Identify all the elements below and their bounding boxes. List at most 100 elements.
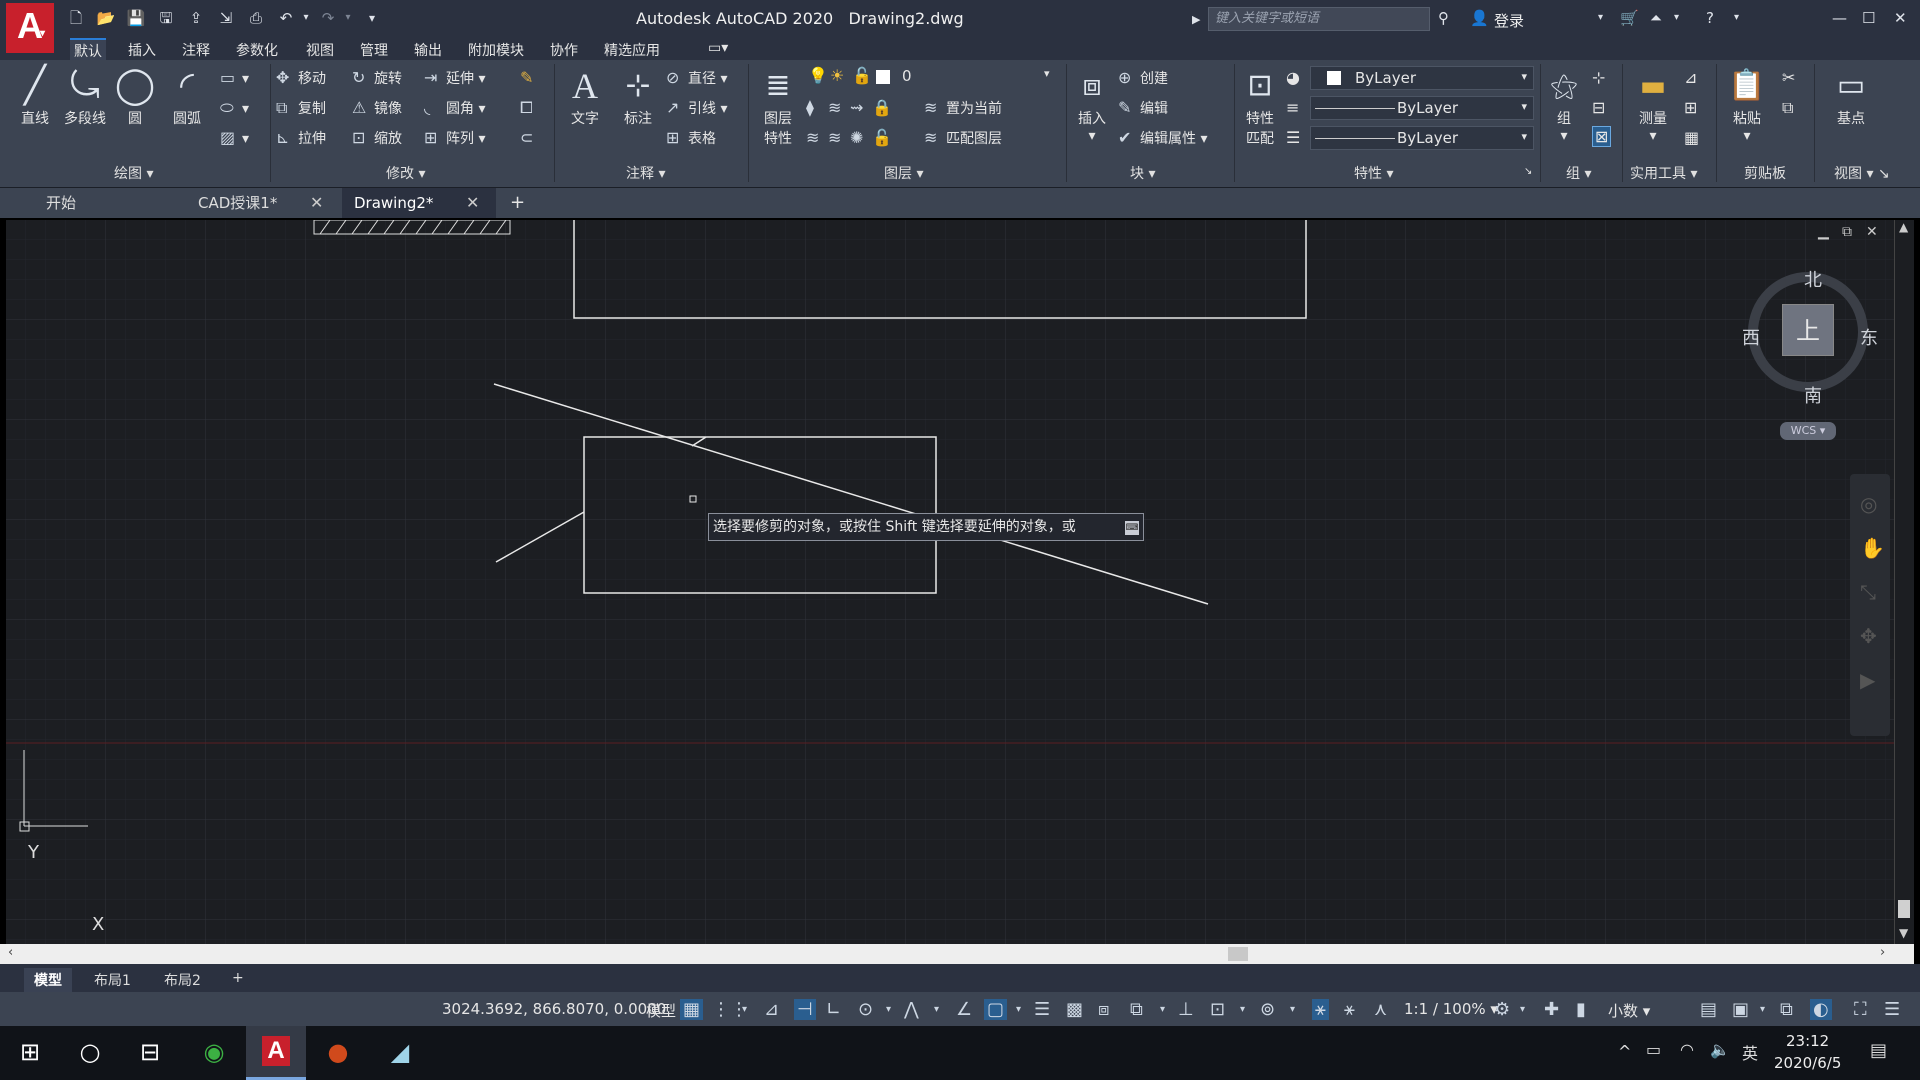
tab-collaborate[interactable]: 协作 xyxy=(546,40,582,60)
powerpoint-icon[interactable]: ● xyxy=(318,1038,358,1066)
diameter-button[interactable]: ⊘ 直径 ▾ xyxy=(666,68,727,88)
model-space-toggle[interactable]: 模型 xyxy=(646,1000,676,1021)
application-menu-button[interactable]: A ▾ xyxy=(6,3,54,53)
fillet-button[interactable]: ◟ 圆角 ▾ xyxy=(424,98,485,118)
vscroll-thumb[interactable] xyxy=(1898,900,1910,918)
drawing-area[interactable] xyxy=(6,220,1894,944)
rectangle-button[interactable]: ▭ ▾ xyxy=(220,68,249,87)
rotate-button[interactable]: ↻ 旋转 xyxy=(352,68,402,88)
tab-layout1[interactable]: 布局1 xyxy=(84,968,141,992)
pan-icon[interactable]: ✋ xyxy=(1860,536,1885,560)
lock-ui-icon[interactable]: ▣ xyxy=(1732,999,1749,1020)
annotation-scale-icon[interactable]: ⋏ xyxy=(1374,999,1387,1020)
quick-properties-icon[interactable]: ▤ xyxy=(1700,999,1717,1020)
auto-scale-icon[interactable]: ⚹ xyxy=(1344,999,1355,1020)
units-icon[interactable]: ▮ xyxy=(1576,999,1586,1020)
showmotion-icon[interactable]: ▶ xyxy=(1860,668,1875,692)
polyline-button[interactable]: ⤿ 多段线 xyxy=(60,64,110,128)
explode-button[interactable]: ⧠ xyxy=(520,98,542,118)
circle-button[interactable]: ◯ 圆 xyxy=(114,64,156,128)
undo-dropdown-icon[interactable]: ▾ xyxy=(296,8,316,28)
paste-button[interactable]: 📋 粘贴 ▾ xyxy=(1724,64,1770,144)
viewport-minimize-icon[interactable]: ▁ xyxy=(1818,224,1829,240)
tab-default[interactable]: 默认 xyxy=(70,38,106,60)
group-edit-icon[interactable]: ⊟ xyxy=(1592,98,1605,117)
layer-tools-row2[interactable]: ≋ ≋ ✺ 🔓 xyxy=(806,128,894,147)
tab-manage[interactable]: 管理 xyxy=(356,40,392,60)
basepoint-button[interactable]: ▭ 基点 xyxy=(1826,64,1876,128)
ellipse-button[interactable]: ⬭ ▾ xyxy=(220,98,249,118)
linetype-dropdown[interactable]: ByLayer ▾ xyxy=(1310,96,1534,120)
match-layer-button[interactable]: ≋ 匹配图层 xyxy=(924,128,1002,148)
steering-wheel-icon[interactable]: ◎ xyxy=(1860,492,1877,516)
zoom-extents-icon[interactable]: ⤡ xyxy=(1860,580,1876,604)
undo-icon[interactable]: ↶ xyxy=(276,8,296,28)
annotation-scale-value[interactable]: 1:1 / 100% ▾ xyxy=(1404,1000,1498,1018)
offset-button[interactable]: ⊂ xyxy=(520,128,542,147)
3d-osnap-icon[interactable]: ⧉ xyxy=(1130,999,1143,1020)
horizontal-scrollbar[interactable]: ‹ › xyxy=(0,944,1914,964)
dynamic-ucs-icon[interactable]: ⊥ xyxy=(1178,999,1194,1020)
measure-button[interactable]: ▬ 测量 ▾ xyxy=(1630,64,1676,144)
gizmo-dropdown-icon[interactable]: ▾ xyxy=(1290,1004,1295,1015)
color-wheel-icon[interactable]: ◕ xyxy=(1286,68,1300,87)
search-input[interactable]: 键入关键字或短语 xyxy=(1208,7,1430,31)
insert-block-button[interactable]: ⧈ 插入 ▾ xyxy=(1070,64,1114,144)
color-dropdown[interactable]: ByLayer ▾ xyxy=(1310,66,1534,90)
line-button[interactable]: ╱ 直线 xyxy=(14,64,56,128)
object-snap-icon[interactable]: ▢ xyxy=(984,999,1008,1020)
tab-view[interactable]: 视图 xyxy=(302,40,338,60)
properties-launcher-icon[interactable]: ↘ xyxy=(1524,166,1532,177)
ortho-icon[interactable]: ∟ xyxy=(826,999,841,1020)
group-button[interactable]: ⚝ 组 ▾ xyxy=(1544,64,1584,144)
viewcube-north[interactable]: 北 xyxy=(1804,266,1822,292)
annotation-visibility-icon[interactable]: ⚹ xyxy=(1312,999,1329,1020)
leader-button[interactable]: ↗ 引线 ▾ xyxy=(666,98,727,118)
navigation-bar[interactable]: ◎ ✋ ⤡ ✥ ▶ xyxy=(1850,474,1890,736)
keyboard-input-icon[interactable]: ⌨ xyxy=(1125,521,1139,535)
close-tab-icon[interactable]: ✕ xyxy=(310,193,323,212)
text-button[interactable]: A 文字 xyxy=(564,64,606,128)
save-icon[interactable]: 💾 xyxy=(126,8,146,28)
workspace-dropdown-icon[interactable]: ▾ xyxy=(1520,1004,1525,1015)
a360-dropdown-icon[interactable]: ▾ xyxy=(1674,8,1679,28)
tab-cad-lesson[interactable]: CAD授课1* xyxy=(186,188,289,218)
workspace-gear-icon[interactable]: ⚙ xyxy=(1494,999,1510,1020)
search-icon[interactable]: ○ xyxy=(70,1038,110,1066)
edit-block-button[interactable]: ✎ 编辑 xyxy=(1118,98,1168,118)
minimize-icon[interactable]: — xyxy=(1832,8,1847,28)
save-as-icon[interactable]: 🖫 xyxy=(156,8,176,28)
gizmo-icon[interactable]: ⊚ xyxy=(1260,999,1275,1020)
tab-model[interactable]: 模型 xyxy=(24,968,72,992)
dynamic-input-icon[interactable]: ⊣ xyxy=(794,999,816,1020)
modify-group-label[interactable]: 修改 ▾ xyxy=(386,163,425,183)
units-dropdown[interactable]: 小数 ▾ xyxy=(1608,1000,1650,1021)
select-all-icon[interactable]: ⊞ xyxy=(1684,98,1697,117)
redo-icon[interactable]: ↷ xyxy=(318,8,338,28)
tab-output[interactable]: 输出 xyxy=(410,40,446,60)
viewcube-face-top[interactable]: 上 xyxy=(1782,304,1834,356)
search-expand-icon[interactable]: ▶ xyxy=(1192,10,1200,30)
scroll-left-icon[interactable]: ‹ xyxy=(8,945,13,960)
new-tab-button[interactable]: + xyxy=(510,192,525,213)
transparency-icon[interactable]: ▩ xyxy=(1066,999,1083,1020)
coordinate-readout[interactable]: 3024.3692, 866.8070, 0.0000 xyxy=(442,1000,666,1018)
maximize-icon[interactable]: ☐ xyxy=(1862,8,1875,28)
group-selection-icon[interactable]: ⊠ xyxy=(1592,126,1612,147)
object-snap-tracking-icon[interactable]: ∠ xyxy=(956,999,972,1020)
infer-constraints-icon[interactable]: ⊿ xyxy=(764,999,779,1020)
move-button[interactable]: ✥ 移动 xyxy=(276,68,326,88)
osnap-dropdown-icon[interactable]: ▾ xyxy=(1016,1004,1021,1015)
viewport-close-icon[interactable]: ✕ xyxy=(1866,224,1878,240)
open-web-icon[interactable]: ⇪ xyxy=(186,8,206,28)
array-button[interactable]: ⊞ 阵列 ▾ xyxy=(424,128,485,148)
scroll-down-icon[interactable]: ▼ xyxy=(1899,926,1908,940)
redo-dropdown-icon[interactable]: ▾ xyxy=(338,8,358,28)
layers-group-label[interactable]: 图层 ▾ xyxy=(884,163,923,183)
copy-button[interactable]: ⧉ 复制 xyxy=(276,98,326,118)
vertical-scrollbar[interactable]: ▲ ▼ xyxy=(1894,220,1914,944)
drawing-canvas[interactable]: Y X ▁ ⧉ ✕ 北 南 东 西 上 WCS ▾ ◎ ✋ ⤡ ✥ ▶ xyxy=(6,220,1894,944)
tab-parametric[interactable]: 参数化 xyxy=(232,40,282,60)
sign-in-link[interactable]: 登录 xyxy=(1494,10,1524,31)
clock-time[interactable]: 23:12 xyxy=(1786,1032,1829,1050)
